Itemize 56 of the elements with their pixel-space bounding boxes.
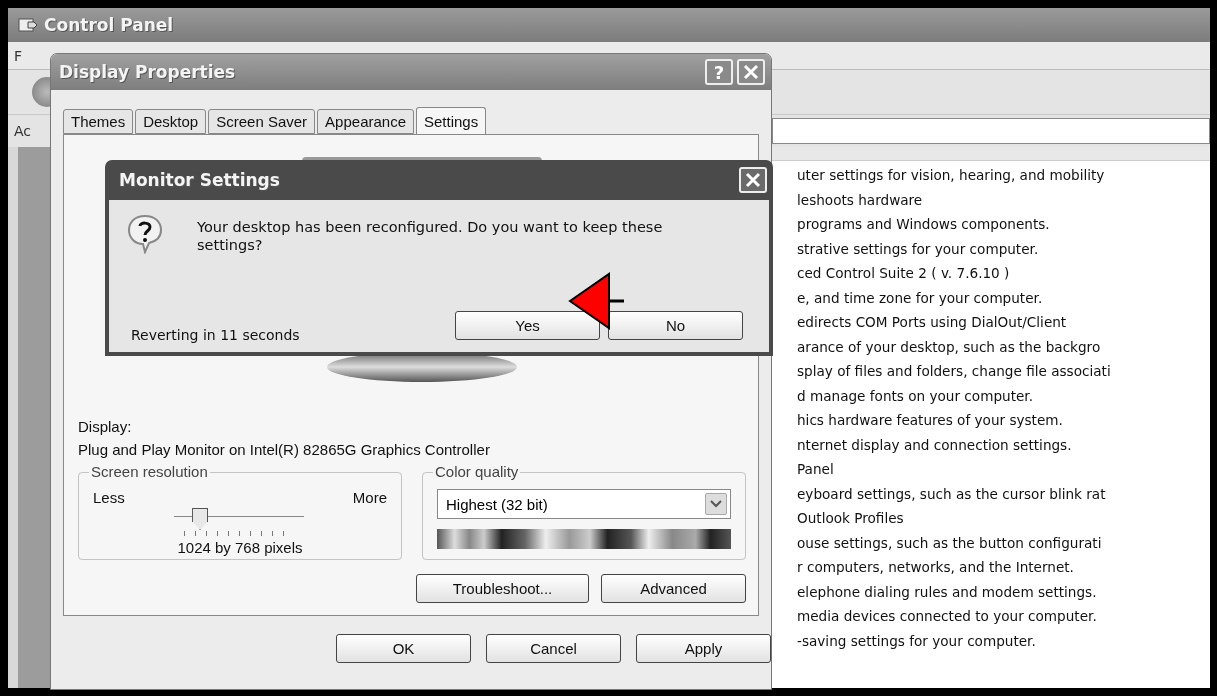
item-description[interactable]: leshoots hardware xyxy=(797,187,1210,212)
item-description[interactable]: r computers, networks, and the Internet. xyxy=(797,555,1210,580)
display-label: Display: xyxy=(78,418,133,435)
close-button[interactable] xyxy=(739,167,767,193)
countdown-text: Reverting in 11 seconds xyxy=(131,327,300,343)
arrow-annotation xyxy=(568,272,624,330)
color-quality-dropdown[interactable]: Highest (32 bit) xyxy=(437,489,731,519)
item-description[interactable]: programs and Windows components. xyxy=(797,212,1210,237)
folder-icon xyxy=(18,16,38,34)
item-description[interactable]: media devices connected to your computer. xyxy=(797,604,1210,629)
dialog-button[interactable]: Apply xyxy=(636,634,771,663)
item-description[interactable]: hics hardware features of your system. xyxy=(797,408,1210,433)
item-description[interactable]: e, and time zone for your computer. xyxy=(797,285,1210,310)
dialog-title: Display Properties xyxy=(59,62,236,82)
item-description[interactable]: Outlook Profiles xyxy=(797,506,1210,531)
item-description[interactable]: arance of your desktop, such as the backgro xyxy=(797,334,1210,359)
dialog-button[interactable]: OK xyxy=(336,634,471,663)
dialog-message: Your desktop has been reconfigured. Do you want to keep these settings? xyxy=(197,218,664,255)
resolution-value: 1024 by 768 pixels xyxy=(177,539,303,556)
item-description[interactable]: edirects COM Ports using DialOut/Client xyxy=(797,310,1210,335)
group-label: Screen resolution xyxy=(89,463,210,480)
item-description[interactable]: uter settings for vision, hearing, and mobility xyxy=(797,163,1210,188)
dialog-button[interactable]: Cancel xyxy=(486,634,621,663)
item-description[interactable]: d manage fonts on your computer. xyxy=(797,383,1210,408)
item-description[interactable]: splay of files and folders, change file associati xyxy=(797,359,1210,384)
dialog-title: Monitor Settings xyxy=(119,170,280,190)
item-description[interactable]: Panel xyxy=(797,457,1210,482)
item-description[interactable]: ouse settings, such as the button configurati xyxy=(797,530,1210,555)
menu-item[interactable]: F xyxy=(14,47,23,64)
display-device: Plug and Play Monitor on Intel(R) 82865G Graphics Controller xyxy=(78,441,491,458)
panel-button[interactable]: Advanced xyxy=(601,574,746,603)
tab[interactable]: Desktop xyxy=(135,109,207,134)
dialog-button[interactable]: Yes xyxy=(455,310,600,340)
question-icon xyxy=(127,214,163,254)
close-icon xyxy=(743,64,759,80)
address-label: Ac xyxy=(14,123,32,139)
window-title: Control Panel xyxy=(44,15,174,35)
dialog-button[interactable]: No xyxy=(608,310,743,340)
tab[interactable]: Appearance xyxy=(317,109,414,134)
close-icon xyxy=(745,172,761,188)
caret-icon xyxy=(705,493,727,515)
tab[interactable]: Settings xyxy=(416,107,487,135)
tab[interactable]: Themes xyxy=(63,109,134,134)
item-description[interactable]: -saving settings for your computer. xyxy=(797,628,1210,653)
item-description[interactable]: ced Control Suite 2 ( v. 7.6.10 ) xyxy=(797,261,1210,286)
panel-button[interactable]: Troubleshoot... xyxy=(416,574,589,603)
group-label: Color quality xyxy=(433,463,521,480)
close-button[interactable] xyxy=(737,59,765,85)
item-description[interactable]: strative settings for your computer. xyxy=(797,236,1210,261)
item-description[interactable]: eyboard settings, such as the cursor blink rat xyxy=(797,481,1210,506)
slider-min-label: Less xyxy=(93,489,125,506)
item-description[interactable]: nternet display and connection settings. xyxy=(797,432,1210,457)
item-description[interactable]: elephone dialing rules and modem settings. xyxy=(797,579,1210,604)
slider-max-label: More xyxy=(352,489,387,506)
tab[interactable]: Screen Saver xyxy=(208,109,316,134)
slider-thumb[interactable] xyxy=(192,508,209,530)
